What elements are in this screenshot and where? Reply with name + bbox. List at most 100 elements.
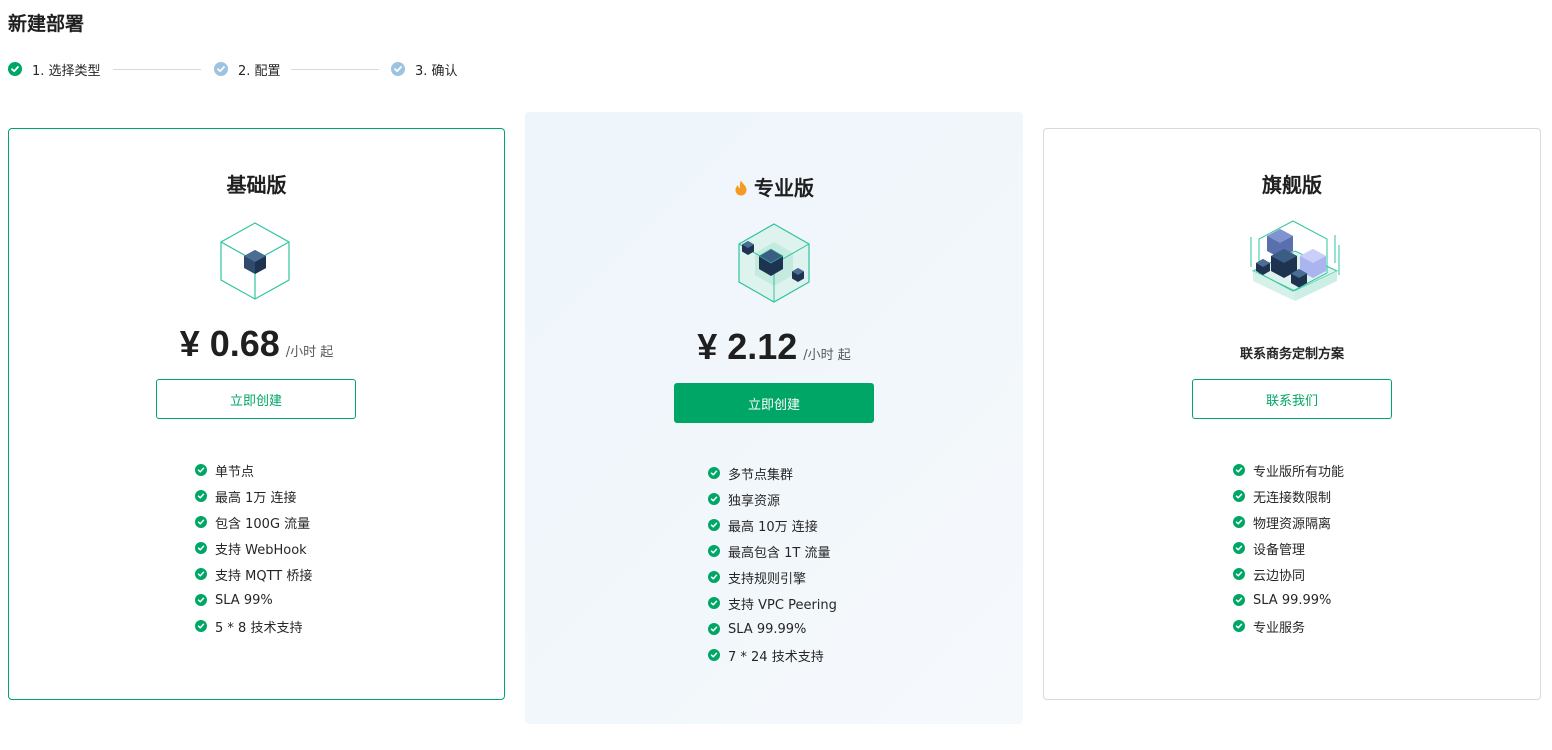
check-icon [195, 464, 207, 476]
check-icon [195, 568, 207, 580]
plan-price: ¥ 0.68/小时 起 [9, 323, 504, 365]
price-unit: /小时 起 [803, 348, 851, 363]
check-icon [708, 649, 720, 661]
cluster-cube-icon [735, 222, 813, 304]
check-icon [708, 467, 720, 479]
feature-item: 多节点集群 [708, 460, 837, 486]
single-cube-icon [219, 221, 291, 301]
feature-text: 最高 1万 连接 [215, 490, 297, 506]
check-icon [195, 620, 207, 632]
check-icon [708, 545, 720, 557]
deploy-steps: 1. 选择类型 2. 配置 3. 确认 [8, 60, 468, 79]
feature-item: 最高包含 1T 流量 [708, 538, 837, 564]
feature-text: 包含 100G 流量 [215, 516, 311, 532]
step-label: 1. 选择类型 [32, 63, 101, 79]
page-title: 新建部署 [8, 13, 85, 35]
plan-name: 专业版 [754, 176, 814, 200]
check-icon [708, 597, 720, 609]
feature-item: 单节点 [195, 457, 312, 483]
plan-card-basic[interactable]: 基础版 ¥ 0.68/小时 起 立即创建 单节点 最高 1万 连接 包含 100… [8, 128, 505, 700]
feature-item: 7 * 24 技术支持 [708, 642, 837, 668]
feature-text: SLA 99.99% [1253, 592, 1332, 608]
check-icon [1233, 516, 1245, 528]
plan-name-row: 专业版 [525, 172, 1023, 201]
feature-text: 5 * 8 技术支持 [215, 620, 303, 636]
feature-item: 包含 100G 流量 [195, 509, 312, 535]
feature-list: 专业版所有功能 无连接数限制 物理资源隔离 设备管理 云边协同 SLA 99.9… [1233, 457, 1344, 639]
check-icon [195, 594, 207, 606]
contact-text: 联系商务定制方案 [1239, 347, 1344, 362]
feature-item: SLA 99.99% [1233, 587, 1344, 613]
feature-item: 独享资源 [708, 486, 837, 512]
step-label: 3. 确认 [415, 63, 458, 79]
feature-text: 独享资源 [728, 493, 781, 509]
check-icon [1233, 490, 1245, 502]
plan-price: ¥ 2.12/小时 起 [525, 326, 1023, 368]
price-amount: ¥ 0.68 [179, 323, 280, 364]
feature-text: 支持规则引擎 [728, 571, 807, 587]
feature-text: SLA 99.99% [728, 621, 807, 637]
check-circle-icon [391, 62, 405, 76]
feature-item: 物理资源隔离 [1233, 509, 1344, 535]
create-basic-button[interactable]: 立即创建 [156, 379, 356, 419]
feature-text: 多节点集群 [728, 467, 794, 483]
check-icon [195, 490, 207, 502]
feature-text: 专业版所有功能 [1253, 464, 1345, 480]
feature-text: 支持 VPC Peering [728, 597, 837, 613]
feature-item: 支持 VPC Peering [708, 590, 837, 616]
feature-text: SLA 99% [215, 592, 273, 608]
plan-name: 基础版 [226, 173, 287, 197]
feature-item: 最高 1万 连接 [195, 483, 312, 509]
step-confirm: 3. 确认 [391, 60, 458, 79]
check-icon [708, 571, 720, 583]
feature-item: 最高 10万 连接 [708, 512, 837, 538]
feature-text: 最高包含 1T 流量 [728, 545, 831, 561]
check-circle-icon [214, 62, 228, 76]
feature-text: 7 * 24 技术支持 [728, 649, 824, 665]
feature-item: SLA 99% [195, 587, 312, 613]
fire-icon [734, 177, 748, 196]
check-icon [195, 542, 207, 554]
price-unit: /小时 起 [285, 345, 334, 360]
feature-text: 支持 MQTT 桥接 [215, 568, 313, 584]
check-icon [708, 519, 720, 531]
step-config: 2. 配置 [214, 60, 281, 79]
create-pro-button[interactable]: 立即创建 [674, 383, 874, 423]
feature-text: 最高 10万 连接 [728, 519, 818, 535]
step-select-type: 1. 选择类型 [8, 60, 101, 79]
check-circle-icon [8, 62, 22, 76]
feature-text: 物理资源隔离 [1253, 516, 1332, 532]
feature-item: 支持规则引擎 [708, 564, 837, 590]
feature-item: 云边协同 [1233, 561, 1344, 587]
check-icon [1233, 568, 1245, 580]
plan-card-pro[interactable]: 专业版 ¥ 2.12/小时 起 立即创建 多节点集群 独享资源 最高 10万 连… [525, 112, 1023, 724]
feature-text: 支持 WebHook [215, 542, 307, 558]
price-amount: ¥ 2.12 [697, 326, 798, 367]
feature-text: 云边协同 [1253, 568, 1306, 584]
feature-item: 支持 MQTT 桥接 [195, 561, 312, 587]
feature-text: 无连接数限制 [1253, 490, 1332, 506]
check-icon [1233, 620, 1245, 632]
feature-item: 支持 WebHook [195, 535, 312, 561]
check-icon [195, 516, 207, 528]
check-icon [1233, 542, 1245, 554]
check-icon [1233, 594, 1245, 606]
feature-list: 多节点集群 独享资源 最高 10万 连接 最高包含 1T 流量 支持规则引擎 支… [708, 460, 837, 668]
step-connector [113, 69, 201, 70]
feature-item: 无连接数限制 [1233, 483, 1344, 509]
multi-cube-icon [1247, 217, 1343, 307]
feature-item: 专业版所有功能 [1233, 457, 1344, 483]
feature-item: 5 * 8 技术支持 [195, 613, 312, 639]
feature-item: 设备管理 [1233, 535, 1344, 561]
plan-card-flagship[interactable]: 旗舰版 联系商务定制方案 联系我们 专业版所有功能 无连接数限制 物理资源隔离 [1043, 128, 1541, 700]
check-icon [708, 493, 720, 505]
feature-item: 专业服务 [1233, 613, 1344, 639]
step-label: 2. 配置 [238, 63, 281, 79]
step-connector [291, 69, 379, 70]
feature-text: 设备管理 [1253, 542, 1306, 558]
feature-text: 单节点 [215, 464, 255, 480]
feature-text: 专业服务 [1253, 620, 1306, 636]
feature-list: 单节点 最高 1万 连接 包含 100G 流量 支持 WebHook 支持 MQ… [195, 457, 312, 639]
check-icon [708, 623, 720, 635]
contact-us-button[interactable]: 联系我们 [1192, 379, 1392, 419]
